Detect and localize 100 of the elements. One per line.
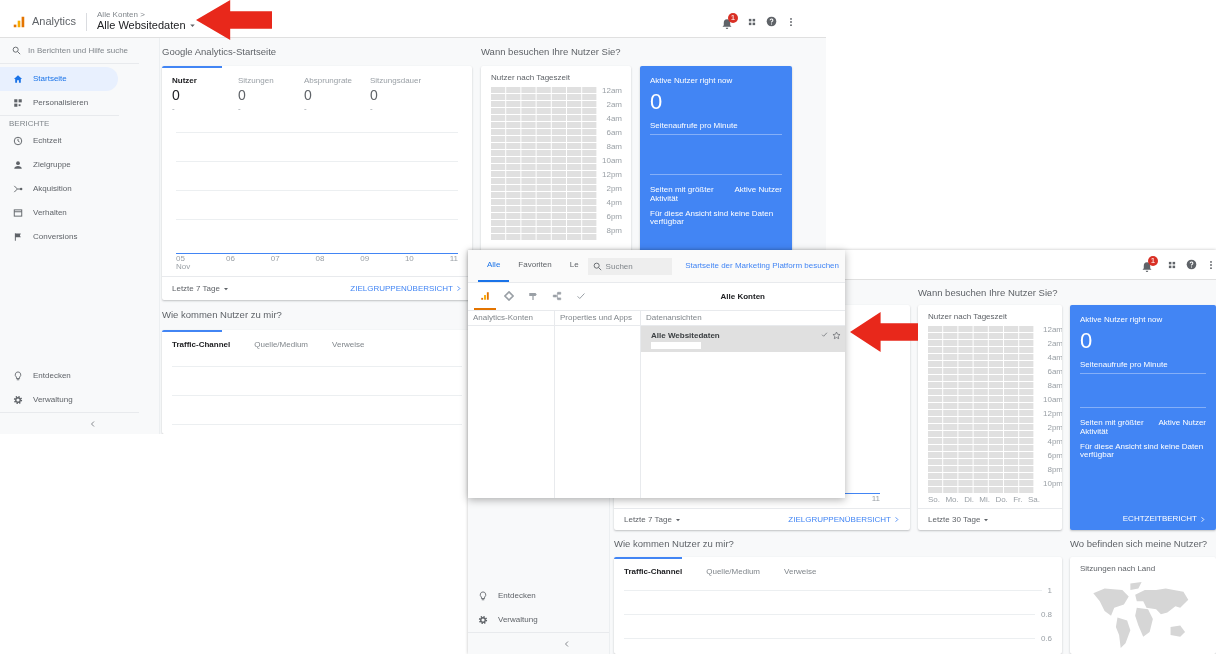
chevron-right-icon	[1199, 515, 1206, 523]
notifications-button[interactable]: 1	[1141, 256, 1158, 273]
section-label: BERICHTE	[0, 115, 119, 129]
axis-label: 8am	[1046, 381, 1062, 392]
tab[interactable]: Verweise	[784, 567, 817, 577]
chevron-left-icon	[563, 639, 571, 648]
scope-title: Alle Konten	[720, 291, 765, 302]
tab[interactable]: Alle	[478, 250, 510, 282]
clock-icon	[13, 136, 23, 146]
notifications-button[interactable]: 1	[721, 13, 738, 30]
axis-label: 08	[315, 255, 325, 263]
empty-message: Für diese Ansicht sind keine Daten verfügbar	[650, 209, 775, 227]
audience-overview-link[interactable]: ZIELGRUPPENÜBERSICHT	[788, 514, 900, 525]
axis-label: 2am	[1046, 339, 1062, 350]
marketing-platform-link[interactable]: Startseite der Marketing Platform besuchen	[685, 261, 845, 271]
date-range-dropdown[interactable]: Letzte 30 Tage	[928, 514, 991, 525]
lightbulb-icon	[478, 591, 488, 601]
nav-item[interactable]: Entdecken	[0, 364, 118, 388]
tab[interactable]: Quelle/Medium	[254, 340, 309, 350]
axis-label: Di.	[964, 495, 974, 504]
axis-label: Sa.	[1027, 495, 1040, 504]
axis-label: 2pm	[1046, 423, 1062, 434]
section-title: Wann besuchen Ihre Nutzer Sie?	[918, 286, 1059, 299]
view-selector[interactable]: Alle Websitedaten	[97, 19, 197, 32]
axis-label: 10pm	[1043, 479, 1062, 490]
branch-icon	[13, 184, 23, 194]
section-title: Wann besuchen Ihre Nutzer Sie?	[481, 46, 622, 58]
bar-chart-icon	[480, 290, 490, 301]
search-field[interactable]: In Berichten und Hilfe suche	[28, 45, 139, 56]
metric-tab[interactable]: Sitzungsdauer 0 -	[370, 76, 436, 114]
axis-label: 2pm	[605, 184, 622, 195]
window-icon	[13, 208, 23, 218]
card-subtitle: Seitenaufrufe pro Minute	[1080, 354, 1206, 374]
collapse-button[interactable]	[89, 419, 97, 428]
notification-badge: 1	[728, 13, 738, 23]
metric-tab[interactable]: Sitzungen 0 -	[238, 76, 304, 114]
date-range-dropdown[interactable]: Letzte 7 Tage	[624, 514, 682, 525]
empty-message: Für diese Ansicht sind keine Daten verfügbar	[1080, 442, 1205, 460]
section-title: Wo befinden sich meine Nutzer?	[1070, 537, 1209, 550]
axis-label: Mo.	[945, 495, 959, 504]
settings-icon	[13, 395, 23, 405]
axis-label: 8pm	[1046, 465, 1062, 476]
axis-label: 1	[1047, 585, 1052, 596]
nav-item[interactable]: Akquisition	[0, 177, 118, 201]
axis-label: 10am	[1043, 395, 1062, 406]
audience-overview-link[interactable]: ZIELGRUPPENÜBERSICHT	[350, 283, 462, 294]
tab[interactable]: Le	[560, 250, 588, 282]
axis-label: 10	[404, 255, 414, 263]
breadcrumb-link[interactable]: Alle Konten >	[97, 11, 197, 20]
search-field[interactable]: Suchen	[587, 257, 672, 275]
column-header: Analytics-Konten	[468, 311, 554, 326]
nav-item[interactable]: Verwaltung	[0, 388, 118, 412]
settings-icon	[478, 615, 488, 625]
axis-label: 6pm	[1046, 451, 1062, 462]
axis-label: Fr.	[1013, 495, 1023, 504]
nav-item[interactable]: Entdecken	[468, 584, 598, 608]
axis-label: 8am	[605, 142, 622, 153]
realtime-report-link[interactable]: ECHTZEITBERICHT	[1122, 508, 1206, 530]
axis-label: 09	[360, 255, 370, 263]
column-header: Aktive Nutzer	[734, 184, 782, 196]
date-range-dropdown[interactable]: Letzte 7 Tage	[172, 283, 230, 294]
tab[interactable]: Verweise	[332, 340, 365, 350]
axis-label: 4pm	[605, 198, 622, 209]
flag-icon	[13, 232, 23, 242]
axis-label: Mi.	[979, 495, 990, 504]
axis-label: 0.6	[1040, 633, 1052, 644]
collapse-button[interactable]	[563, 639, 571, 648]
nav-item[interactable]: Startseite	[0, 67, 118, 91]
caret-icon	[187, 21, 197, 30]
card-title: Sitzungen nach Land	[1079, 563, 1157, 575]
tab[interactable]: Traffic-Channel	[172, 340, 231, 350]
active-users-count: 0	[1080, 327, 1094, 354]
nav-item[interactable]: Verhalten	[0, 201, 118, 225]
metric-tab[interactable]: Absprungrate 0 -	[304, 76, 370, 114]
annotation-arrow	[850, 312, 918, 352]
lightbulb-icon	[13, 371, 23, 381]
axis-label: 4am	[605, 114, 622, 125]
card-subtitle: Seitenaufrufe pro Minute	[650, 115, 782, 135]
axis-label: 8pm	[605, 226, 622, 237]
card-title: Aktive Nutzer right now	[650, 76, 734, 86]
apps-icon[interactable]	[747, 16, 757, 27]
tab[interactable]: Quelle/Medium	[706, 567, 761, 577]
help-icon[interactable]	[766, 16, 777, 27]
axis-label: 6am	[1046, 367, 1062, 378]
card-title: Nutzer nach Tageszeit	[927, 311, 1008, 323]
nav-item[interactable]: Echtzeit	[0, 129, 118, 153]
axis-label: 4am	[1046, 353, 1062, 364]
nav-item[interactable]: Zielgruppe	[0, 153, 118, 177]
tab[interactable]: Traffic-Channel	[624, 567, 683, 577]
tab[interactable]: Favoriten	[509, 250, 561, 282]
nav-item[interactable]: Personalisieren	[0, 91, 118, 115]
axis-label: 12am	[1043, 325, 1062, 336]
star-icon[interactable]	[832, 331, 841, 340]
apps-icon[interactable]	[1167, 259, 1177, 270]
nav-item[interactable]: Conversions	[0, 225, 118, 249]
view-row[interactable]: Alle Websitedaten	[641, 326, 845, 352]
redaction-block	[651, 342, 701, 349]
nav-item[interactable]: Verwaltung	[468, 608, 598, 632]
help-icon[interactable]	[1186, 259, 1197, 270]
metric-tab[interactable]: Nutzer 0 -	[172, 76, 238, 114]
